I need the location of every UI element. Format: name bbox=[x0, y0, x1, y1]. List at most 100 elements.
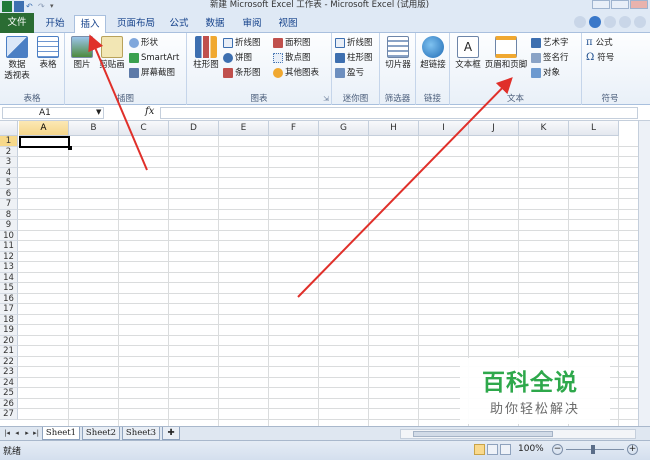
tab-home[interactable]: 开始 bbox=[40, 15, 70, 33]
sparkline-winloss-button[interactable]: 盈亏 bbox=[335, 67, 364, 79]
header-footer-button[interactable]: 页眉和页脚 bbox=[484, 36, 528, 71]
row-header-7[interactable]: 7 bbox=[0, 199, 18, 210]
last-sheet-icon[interactable]: ▸| bbox=[31, 428, 41, 439]
row-header-20[interactable]: 20 bbox=[0, 335, 18, 346]
row-header-4[interactable]: 4 bbox=[0, 167, 18, 178]
object-button[interactable]: 对象 bbox=[531, 67, 560, 79]
row-header-16[interactable]: 16 bbox=[0, 293, 18, 304]
minimize-ribbon-icon[interactable] bbox=[574, 16, 586, 28]
name-box[interactable]: A1 bbox=[2, 107, 104, 119]
window-close-icon[interactable] bbox=[634, 16, 646, 28]
window-restore-icon[interactable] bbox=[619, 16, 631, 28]
sheet-tab-sheet3[interactable]: Sheet3 bbox=[122, 427, 160, 440]
row-header-12[interactable]: 12 bbox=[0, 251, 18, 262]
tab-view[interactable]: 视图 bbox=[273, 15, 303, 33]
row-header-9[interactable]: 9 bbox=[0, 220, 18, 231]
column-header-l[interactable]: L bbox=[569, 121, 619, 136]
sparkline-column-button[interactable]: 柱形图 bbox=[335, 52, 373, 64]
other-chart-button[interactable]: 其他图表 bbox=[273, 67, 319, 79]
row-header-18[interactable]: 18 bbox=[0, 314, 18, 325]
normal-view-icon[interactable] bbox=[474, 444, 485, 455]
row-header-15[interactable]: 15 bbox=[0, 283, 18, 294]
save-icon[interactable] bbox=[14, 1, 24, 12]
column-header-c[interactable]: C bbox=[119, 121, 169, 136]
name-box-dropdown-icon[interactable]: ▼ bbox=[96, 108, 101, 116]
tab-page-layout[interactable]: 页面布局 bbox=[112, 15, 160, 33]
column-header-h[interactable]: H bbox=[369, 121, 419, 136]
undo-icon[interactable]: ↶ bbox=[26, 1, 36, 12]
zoom-slider-track[interactable] bbox=[566, 449, 624, 450]
picture-button[interactable]: 图片 bbox=[68, 36, 96, 71]
row-header-5[interactable]: 5 bbox=[0, 178, 18, 189]
insert-sheet-icon[interactable]: ✚ bbox=[162, 427, 180, 440]
help-icon[interactable] bbox=[589, 16, 601, 28]
row-header-11[interactable]: 11 bbox=[0, 241, 18, 252]
row-header-14[interactable]: 14 bbox=[0, 272, 18, 283]
row-header-26[interactable]: 26 bbox=[0, 398, 18, 409]
zoom-level[interactable]: 100% bbox=[518, 444, 544, 454]
row-header-22[interactable]: 22 bbox=[0, 356, 18, 367]
row-header-3[interactable]: 3 bbox=[0, 157, 18, 168]
area-chart-button[interactable]: 面积图 bbox=[273, 37, 311, 49]
row-header-10[interactable]: 10 bbox=[0, 230, 18, 241]
zoom-slider-thumb[interactable] bbox=[591, 445, 595, 454]
scatter-chart-button[interactable]: 散点图 bbox=[273, 52, 311, 64]
row-header-24[interactable]: 24 bbox=[0, 377, 18, 388]
smartart-button[interactable]: SmartArt bbox=[129, 52, 179, 64]
vertical-scrollbar[interactable] bbox=[638, 121, 650, 426]
row-header-19[interactable]: 19 bbox=[0, 325, 18, 336]
row-header-25[interactable]: 25 bbox=[0, 388, 18, 399]
zoom-in-icon[interactable]: + bbox=[627, 444, 638, 455]
row-header-8[interactable]: 8 bbox=[0, 209, 18, 220]
prev-sheet-icon[interactable]: ◂ bbox=[12, 428, 22, 439]
tab-file[interactable]: 文件 bbox=[0, 13, 34, 33]
row-header-2[interactable]: 2 bbox=[0, 146, 18, 157]
formula-input[interactable] bbox=[160, 107, 638, 119]
tab-review[interactable]: 审阅 bbox=[237, 15, 267, 33]
page-layout-view-icon[interactable] bbox=[487, 444, 498, 455]
sheet-tab-sheet1[interactable]: Sheet1 bbox=[42, 427, 80, 440]
maximize-button[interactable] bbox=[611, 0, 629, 9]
insert-function-icon[interactable]: fx bbox=[145, 106, 154, 117]
horizontal-scrollbar[interactable] bbox=[400, 429, 636, 439]
row-header-17[interactable]: 17 bbox=[0, 304, 18, 315]
bar-chart-button[interactable]: 条形图 bbox=[223, 67, 261, 79]
signature-line-button[interactable]: 签名行 bbox=[531, 52, 569, 64]
screenshot-button[interactable]: 屏幕截图 bbox=[129, 67, 175, 79]
column-header-b[interactable]: B bbox=[69, 121, 119, 136]
select-all-corner[interactable] bbox=[0, 121, 18, 136]
column-header-i[interactable]: I bbox=[419, 121, 469, 136]
row-header-1[interactable]: 1 bbox=[0, 136, 18, 147]
column-header-d[interactable]: D bbox=[169, 121, 219, 136]
column-header-a[interactable]: A bbox=[19, 121, 69, 136]
tab-formulas[interactable]: 公式 bbox=[164, 15, 194, 33]
column-header-g[interactable]: G bbox=[319, 121, 369, 136]
row-header-23[interactable]: 23 bbox=[0, 367, 18, 378]
column-header-k[interactable]: K bbox=[519, 121, 569, 136]
sheet-tab-sheet2[interactable]: Sheet2 bbox=[82, 427, 120, 440]
textbox-button[interactable]: A 文本框 bbox=[452, 36, 484, 71]
line-chart-button[interactable]: 折线图 bbox=[223, 37, 261, 49]
active-cell-a1[interactable] bbox=[19, 136, 72, 150]
row-header-13[interactable]: 13 bbox=[0, 262, 18, 273]
customize-qat-icon[interactable]: ▾ bbox=[50, 1, 58, 12]
shapes-button[interactable]: 形状 bbox=[129, 37, 158, 49]
zoom-out-icon[interactable]: − bbox=[552, 444, 563, 455]
column-chart-button[interactable]: 柱形图 bbox=[190, 36, 222, 71]
row-header-6[interactable]: 6 bbox=[0, 188, 18, 199]
column-header-j[interactable]: J bbox=[469, 121, 519, 136]
first-sheet-icon[interactable]: |◂ bbox=[2, 428, 12, 439]
column-header-f[interactable]: F bbox=[269, 121, 319, 136]
sparkline-line-button[interactable]: 折线图 bbox=[335, 37, 373, 49]
row-header-27[interactable]: 27 bbox=[0, 409, 18, 420]
horizontal-scroll-thumb[interactable] bbox=[413, 431, 553, 437]
column-header-e[interactable]: E bbox=[219, 121, 269, 136]
tab-data[interactable]: 数据 bbox=[200, 15, 230, 33]
table-button[interactable]: 表格 bbox=[34, 36, 62, 71]
page-break-view-icon[interactable] bbox=[500, 444, 511, 455]
hyperlink-button[interactable]: 超链接 bbox=[417, 36, 449, 71]
window-minimize-icon[interactable] bbox=[604, 16, 616, 28]
close-button[interactable] bbox=[630, 0, 648, 9]
clipart-button[interactable]: 剪贴画 bbox=[97, 36, 127, 71]
minimize-button[interactable] bbox=[592, 0, 610, 9]
